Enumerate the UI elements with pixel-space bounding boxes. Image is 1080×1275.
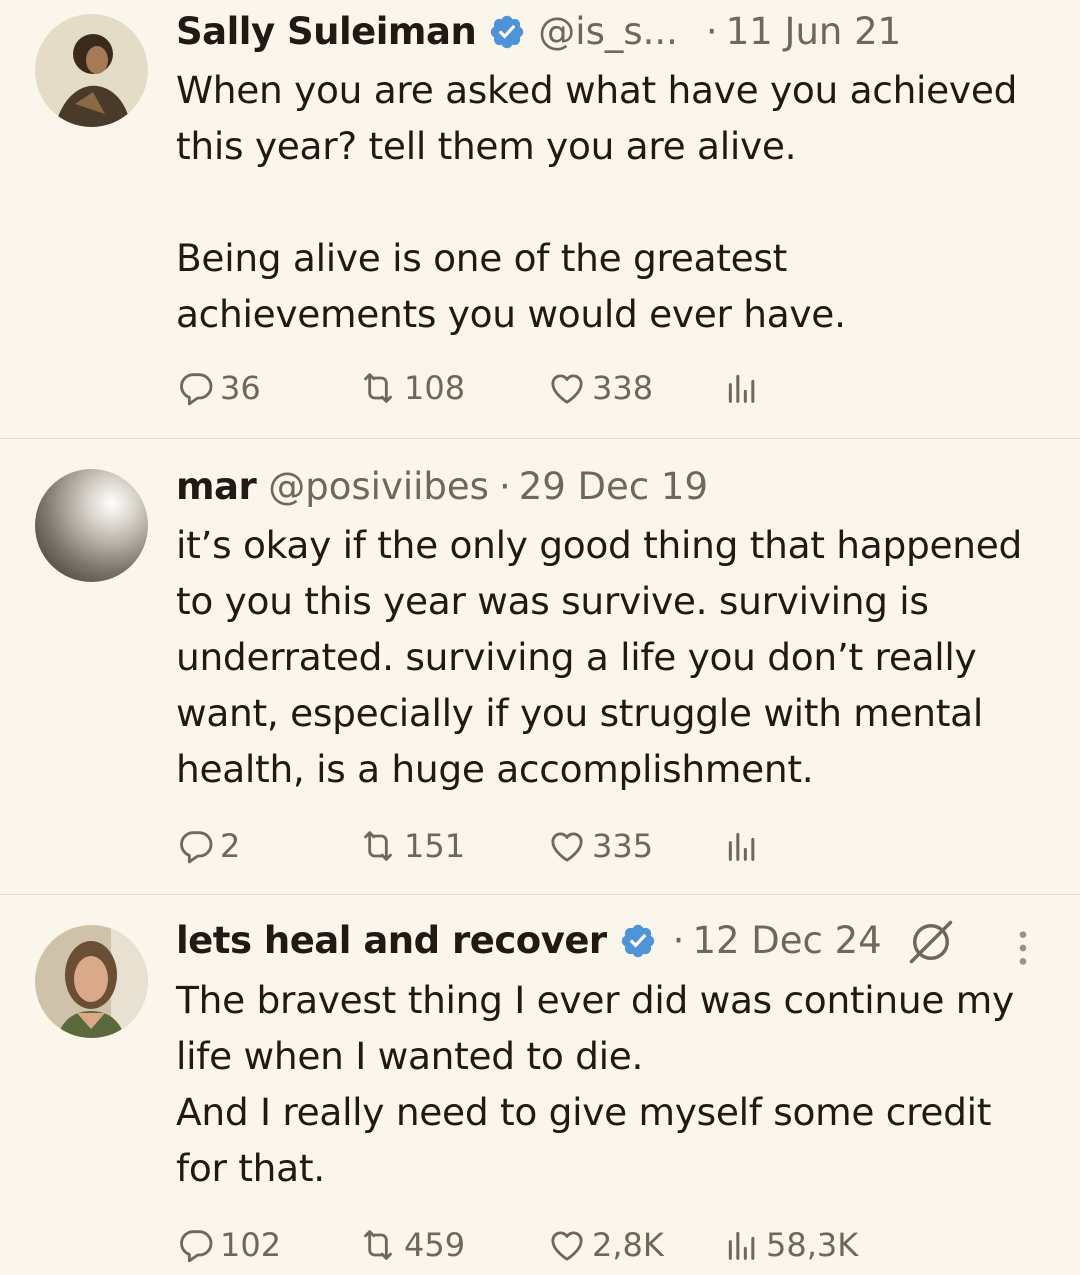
- tweet-1[interactable]: Sally Suleiman @is_s... · 11 Jun 21 When…: [0, 0, 1080, 439]
- views-button[interactable]: 58,3K: [722, 1225, 858, 1265]
- grok-icon[interactable]: [905, 916, 957, 968]
- like-count: 335: [592, 827, 654, 865]
- view-count: 58,3K: [766, 1226, 859, 1264]
- avatar-mar[interactable]: [35, 469, 148, 582]
- tweet-paragraph: it’s okay if the only good thing that ha…: [176, 523, 1022, 791]
- tweet-header: Sally Suleiman @is_s... · 11 Jun 21: [176, 10, 901, 53]
- reply-count: 2: [220, 827, 241, 865]
- reply-icon: [180, 831, 213, 864]
- handle[interactable]: @is_s...: [538, 10, 678, 53]
- like-count: 338: [592, 369, 654, 407]
- views-button[interactable]: [722, 826, 766, 866]
- tweet-header: mar @posiviibes · 29 Dec 19: [176, 465, 708, 508]
- repost-icon: [364, 831, 392, 861]
- repost-button[interactable]: 459: [356, 1225, 465, 1265]
- verified-badge-icon: [621, 924, 654, 957]
- separator-dot: ·: [498, 465, 511, 508]
- reply-count: 102: [220, 1226, 282, 1264]
- views-icon: [728, 1231, 755, 1260]
- heart-icon: [551, 374, 583, 404]
- avatar-sally-suleiman[interactable]: [35, 14, 148, 127]
- post-date[interactable]: 29 Dec 19: [519, 465, 708, 508]
- heart-icon: [551, 1231, 583, 1261]
- post-date[interactable]: 12 Dec 24: [692, 919, 881, 962]
- repost-button[interactable]: 151: [356, 826, 465, 866]
- repost-button[interactable]: 108: [356, 368, 465, 408]
- display-name[interactable]: lets heal and recover: [176, 919, 607, 962]
- handle[interactable]: @posiviibes: [268, 465, 489, 508]
- like-count: 2,8K: [592, 1226, 664, 1264]
- repost-icon: [364, 1230, 392, 1260]
- like-button[interactable]: 335: [546, 826, 653, 866]
- tweet-paragraph: The bravest thing I ever did was continu…: [176, 978, 1014, 1190]
- avatar-lets-heal-and-recover[interactable]: [35, 925, 148, 1038]
- more-vertical-icon[interactable]: [1010, 928, 1036, 968]
- reply-icon: [180, 373, 213, 406]
- reply-count: 36: [220, 369, 261, 407]
- like-button[interactable]: 2,8K: [546, 1225, 664, 1265]
- tweet-header: lets heal and recover · 12 Dec 24: [176, 919, 882, 962]
- tweet-text: The bravest thing I ever did was continu…: [176, 972, 1056, 1196]
- repost-count: 151: [404, 827, 466, 865]
- separator-dot: ·: [705, 10, 718, 53]
- tweet-2[interactable]: mar @posiviibes · 29 Dec 19 it’s okay if…: [0, 439, 1080, 895]
- heart-icon: [551, 832, 583, 862]
- repost-count: 459: [404, 1226, 466, 1264]
- views-button[interactable]: [722, 368, 766, 408]
- views-icon: [728, 374, 755, 403]
- tweet-paragraph: When you are asked what have you achieve…: [176, 68, 1018, 168]
- display-name[interactable]: Sally Suleiman: [176, 10, 477, 53]
- views-icon: [728, 832, 755, 861]
- reply-button[interactable]: 102: [176, 1225, 281, 1265]
- reply-icon: [180, 1230, 213, 1263]
- separator-dot: ·: [672, 919, 685, 962]
- like-button[interactable]: 338: [546, 368, 653, 408]
- repost-count: 108: [404, 369, 466, 407]
- tweet-text: When you are asked what have you achieve…: [176, 62, 1056, 342]
- reply-button[interactable]: 2: [176, 826, 240, 866]
- post-date[interactable]: 11 Jun 21: [726, 10, 902, 53]
- reply-button[interactable]: 36: [176, 368, 261, 408]
- verified-badge-icon: [491, 15, 524, 48]
- tweet-text: it’s okay if the only good thing that ha…: [176, 517, 1056, 797]
- tweet-paragraph: Being alive is one of the greatest achie…: [176, 236, 846, 336]
- display-name[interactable]: mar: [176, 465, 257, 508]
- repost-icon: [364, 373, 392, 403]
